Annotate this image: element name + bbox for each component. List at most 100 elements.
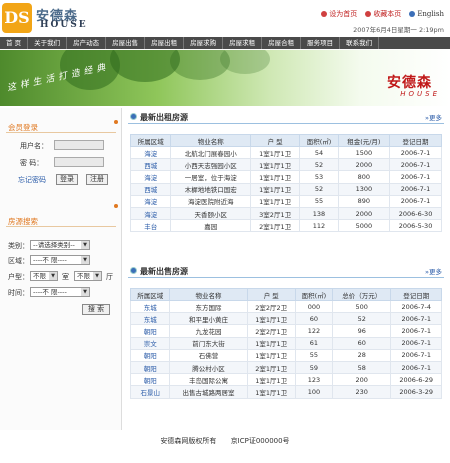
- property-name-cell[interactable]: 石佛营: [169, 348, 248, 362]
- nav-services[interactable]: 服务项目: [301, 37, 341, 49]
- table-cell: 890: [337, 194, 391, 208]
- register-button[interactable]: 注册: [86, 174, 108, 185]
- property-name-cell[interactable]: 腾公村小区: [169, 360, 248, 375]
- area-cell[interactable]: 朝阳: [129, 348, 171, 362]
- property-name-cell[interactable]: 和平里小黄庄: [169, 312, 248, 326]
- area-cell[interactable]: 西城: [129, 158, 172, 172]
- nav-want-rent[interactable]: 房屋求租: [223, 37, 263, 49]
- search-button[interactable]: 搜 索: [82, 304, 110, 315]
- column-header: 所属区域: [129, 134, 172, 147]
- time-select-value: ----不 限----: [33, 288, 67, 296]
- area-cell[interactable]: 朝阳: [129, 324, 171, 338]
- table-cell: 2006-7-1: [390, 360, 442, 375]
- table-cell: 55: [299, 194, 339, 208]
- hall-unit: 厅: [106, 273, 113, 281]
- table-row[interactable]: 朝阳 九龙花园 2室2厅1卫 122 96 2006-7-1: [129, 324, 442, 338]
- nav-home[interactable]: 首 页: [0, 37, 29, 49]
- nav-rent[interactable]: 房屋出租: [145, 37, 185, 49]
- area-cell[interactable]: 东城: [129, 312, 171, 326]
- sale-section: 最新出售房源 »更多 所属区域 物业名称户 型面积(㎡) 总价（万元） 登记日期 东城…: [128, 264, 444, 424]
- forgot-password-link[interactable]: 忘记密码: [18, 175, 46, 185]
- sale-more-link[interactable]: »更多: [425, 266, 442, 276]
- nav-contact[interactable]: 联系我们: [340, 37, 380, 49]
- bookmark-label: 收藏本页: [373, 10, 402, 18]
- table-cell: 1室1厅1卫: [249, 194, 301, 208]
- property-name-cell[interactable]: 嘉园: [170, 219, 251, 233]
- rent-section-header: 最新出租房源 »更多: [128, 110, 444, 124]
- table-row[interactable]: 朝阳 石佛营 1室1厅1卫 55 28 2006-7-1: [129, 348, 442, 362]
- time-select[interactable]: ----不 限---- ▼: [30, 287, 90, 297]
- sale-section-title: 最新出售房源: [140, 267, 188, 276]
- property-name-cell[interactable]: 海淀医院附近海: [170, 194, 251, 208]
- table-row[interactable]: 西城 木樨地地铁口国宏 1室1厅1卫 52 1300 2006-7-1: [129, 182, 442, 196]
- property-name-cell[interactable]: 九龙花园: [169, 324, 248, 338]
- nav-share-rent[interactable]: 房屋合租: [262, 37, 302, 49]
- password-input[interactable]: [54, 157, 104, 167]
- table-row[interactable]: 朝阳 腾公村小区 2室1厅1卫 59 58 2006-7-1: [129, 360, 442, 375]
- table-cell: 52: [332, 312, 392, 326]
- chevron-down-icon: ▼: [49, 272, 57, 280]
- room-select-value: 不限: [33, 272, 46, 280]
- area-cell[interactable]: 朝阳: [129, 373, 171, 387]
- table-cell: 2006-7-1: [390, 312, 442, 326]
- area-cell[interactable]: 东城: [129, 299, 171, 314]
- area-cell[interactable]: 朝阳: [129, 360, 171, 375]
- nav-want-buy[interactable]: 房屋求购: [184, 37, 224, 49]
- property-name-cell[interactable]: 北航北门展春园小: [170, 145, 251, 160]
- site-logo[interactable]: DS 安德森 HOUSE: [2, 3, 114, 33]
- table-row[interactable]: 海淀 海淀医院附近海 1室1厅1卫 55 890 2006-7-1: [129, 194, 442, 208]
- column-header: 面积(㎡): [294, 288, 334, 301]
- table-row[interactable]: 东城 东方国际 2室2厅2卫 000 500 2006-7-4: [129, 299, 442, 314]
- table-row[interactable]: 西城 小西天志强园小区 1室1厅1卫 52 2000 2006-7-1: [129, 158, 442, 172]
- table-cell: 1室1厅1卫: [246, 385, 296, 399]
- rent-more-link[interactable]: »更多: [425, 112, 442, 122]
- region-select[interactable]: ----不 限---- ▼: [30, 255, 90, 265]
- property-name-cell[interactable]: 丰岛国际公寓: [169, 373, 248, 387]
- english-link[interactable]: English: [409, 9, 444, 19]
- table-cell: 500: [332, 299, 392, 314]
- table-row[interactable]: 崇文 前门东大街 1室1厅1卫 61 60 2006-7-1: [129, 336, 442, 350]
- bookmark-link[interactable]: 收藏本页: [365, 9, 401, 19]
- hall-select[interactable]: 不限 ▼: [74, 271, 102, 281]
- property-name-cell[interactable]: 东方国际: [169, 299, 248, 314]
- login-button[interactable]: 登录: [56, 174, 78, 185]
- table-cell: 000: [294, 299, 334, 314]
- table-row[interactable]: 海淀 天香颐小区 3室2厅1卫 138 2000 2006-6-30: [129, 206, 442, 221]
- set-homepage-label: 设为首页: [329, 10, 358, 18]
- username-input[interactable]: [54, 140, 104, 150]
- nav-about[interactable]: 关于我们: [28, 37, 68, 49]
- area-cell[interactable]: 海淀: [129, 145, 172, 160]
- table-row[interactable]: 海淀 一居室，位于海淀 1室1厅1卫 53 800 2006-7-1: [129, 170, 442, 184]
- property-name-cell[interactable]: 一居室，位于海淀: [170, 170, 251, 184]
- table-row[interactable]: 东城 和平里小黄庄 1室1厅1卫 60 52 2006-7-1: [129, 312, 442, 326]
- property-name-cell[interactable]: 出售古城路两居室: [169, 385, 248, 399]
- property-name-cell[interactable]: 小西天志强园小区: [170, 158, 251, 172]
- set-homepage-link[interactable]: 设为首页: [321, 9, 357, 19]
- area-cell[interactable]: 石景山: [129, 385, 171, 399]
- table-cell: 52: [299, 158, 339, 172]
- table-cell: 3室2厅1卫: [249, 206, 301, 221]
- table-row[interactable]: 海淀 北航北门展春园小 1室1厅1卫 54 1500 2006-7-1: [129, 145, 442, 160]
- nav-news[interactable]: 房产动态: [67, 37, 107, 49]
- section-bullet-icon: [130, 267, 137, 274]
- area-cell[interactable]: 崇文: [129, 336, 171, 350]
- chevron-down-icon: ▼: [81, 256, 89, 264]
- property-name-cell[interactable]: 木樨地地铁口国宏: [170, 182, 251, 196]
- property-name-cell[interactable]: 前门东大街: [169, 336, 248, 350]
- logo-english-name: HOUSE: [40, 20, 88, 30]
- area-cell[interactable]: 西城: [129, 182, 172, 196]
- area-cell[interactable]: 海淀: [129, 194, 172, 208]
- property-name-cell[interactable]: 天香颐小区: [170, 206, 251, 221]
- area-cell[interactable]: 海淀: [129, 206, 172, 221]
- room-select[interactable]: 不限 ▼: [30, 271, 58, 281]
- type-select[interactable]: --请选择类别-- ▼: [30, 240, 90, 250]
- password-label: 密 码：: [20, 159, 44, 167]
- english-label: English: [417, 10, 444, 18]
- table-row[interactable]: 朝阳 丰岛国际公寓 1室1厅1卫 123 200 2006-6-29: [129, 373, 442, 387]
- table-row[interactable]: 石景山 出售古城路两居室 1室1厅1卫 100 230 2006-3-29: [129, 385, 442, 399]
- nav-sale[interactable]: 房屋出售: [106, 37, 146, 49]
- area-cell[interactable]: 海淀: [129, 170, 172, 184]
- area-cell[interactable]: 丰台: [129, 219, 172, 233]
- table-row[interactable]: 丰台 嘉园 2室1厅1卫 112 5000 2006-5-30: [129, 219, 442, 233]
- table-cell: 1室1厅1卫: [249, 145, 301, 160]
